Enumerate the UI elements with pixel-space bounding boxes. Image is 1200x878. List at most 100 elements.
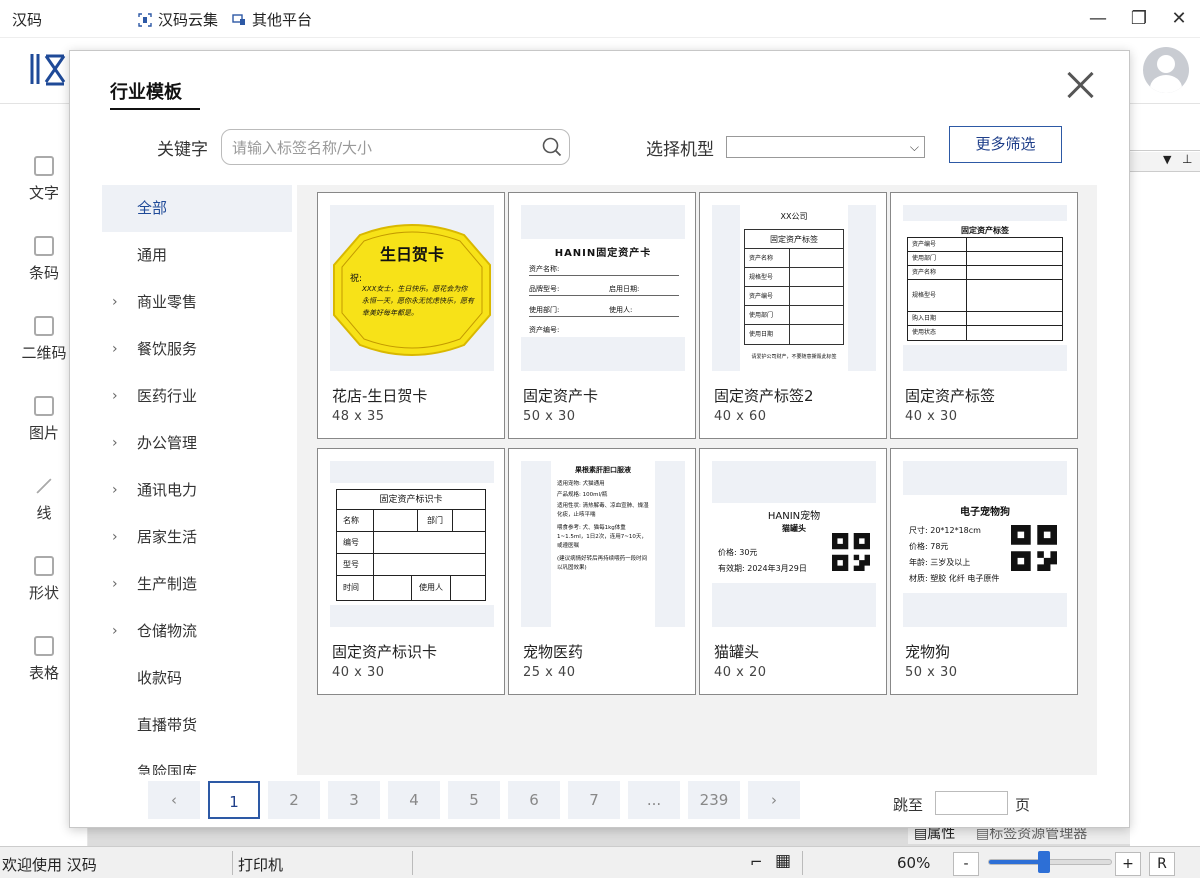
user-avatar[interactable] bbox=[1143, 47, 1189, 93]
cat-can-title: HANIN宠物 bbox=[767, 511, 821, 522]
category-item[interactable]: 全部 bbox=[102, 185, 292, 232]
chevron-right-icon[interactable]: › bbox=[112, 467, 118, 514]
dialog-title: 行业模板 bbox=[110, 78, 200, 110]
template-size: 40 x 60 bbox=[714, 409, 767, 424]
template-size: 50 x 30 bbox=[523, 409, 576, 424]
asset-card-row: 使用部门: bbox=[529, 306, 560, 314]
template-name: 花店-生日贺卡 bbox=[332, 387, 428, 405]
model-label: 选择机型 bbox=[646, 140, 714, 160]
template-card[interactable]: 电子宠物狗 尺寸: 20*12*18cm 价格: 78元 年龄: 三岁及以上 材… bbox=[890, 448, 1078, 695]
category-item[interactable]: 急险国库 bbox=[102, 749, 292, 775]
other-platform-link[interactable]: 其他平台 bbox=[232, 9, 312, 30]
minimize-icon[interactable]: — bbox=[1083, 8, 1113, 29]
chevron-right-icon[interactable]: › bbox=[112, 420, 118, 467]
category-label: 办公管理 bbox=[137, 434, 198, 452]
page-7[interactable]: 7 bbox=[568, 781, 620, 819]
zoom-in-button[interactable]: + bbox=[1115, 852, 1141, 876]
page-5[interactable]: 5 bbox=[448, 781, 500, 819]
category-item[interactable]: › 通讯电力 bbox=[102, 467, 292, 514]
template-card[interactable]: HANIN宠物 猫罐头 价格: 30元 有效期: 2024年3月29日 猫罐头 … bbox=[699, 448, 887, 695]
category-item[interactable]: 收款码 bbox=[102, 655, 292, 702]
ruler-icon[interactable]: ⌐ bbox=[750, 853, 763, 871]
template-card[interactable]: XX公司 固定资产标签 资产名称 规格型号 资产编号 使用部门 使用日期 请爱护… bbox=[699, 192, 887, 439]
pet-med-line: 适用宠物: 犬猫通用 bbox=[557, 481, 605, 487]
page-last[interactable]: 239 bbox=[688, 781, 740, 819]
chevron-right-icon[interactable]: › bbox=[112, 561, 118, 608]
category-item[interactable]: › 餐饮服务 bbox=[102, 326, 292, 373]
asset-card-title: HANIN固定资产卡 bbox=[554, 248, 652, 259]
page-ellipsis[interactable]: ... bbox=[628, 781, 680, 819]
dropdown-arrow-icon[interactable]: ▼ bbox=[1163, 153, 1171, 166]
page-2[interactable]: 2 bbox=[268, 781, 320, 819]
zoom-percent: 60% bbox=[897, 854, 931, 872]
next-page-icon[interactable]: › bbox=[748, 781, 800, 819]
asset3-row: 使用部门 bbox=[908, 252, 1062, 266]
page-1[interactable]: 1 bbox=[208, 781, 260, 819]
grid-icon[interactable]: ▦ bbox=[775, 851, 791, 871]
template-card[interactable]: 固定资产标签 资产编号 使用部门 资产名称 规格型号 购入日期 使用状态 固定资… bbox=[890, 192, 1078, 439]
chevron-right-icon[interactable]: › bbox=[112, 326, 118, 373]
keyword-label: 关键字 bbox=[157, 140, 208, 160]
category-item[interactable]: › 商业零售 bbox=[102, 279, 292, 326]
template-size: 40 x 30 bbox=[905, 409, 958, 424]
more-filter-button[interactable]: 更多筛选 bbox=[949, 126, 1062, 163]
template-name: 宠物狗 bbox=[905, 643, 951, 661]
category-label: 急险国库 bbox=[137, 763, 198, 775]
search-icon[interactable] bbox=[542, 137, 562, 157]
status-bar: 欢迎使用 汉码 打印机 ⌐ ▦ 60% - + R bbox=[0, 846, 1200, 878]
divider bbox=[373, 510, 374, 600]
qrcode-icon bbox=[1011, 525, 1057, 571]
zoom-out-button[interactable]: - bbox=[953, 852, 979, 876]
model-select[interactable]: ⌵ bbox=[726, 136, 925, 158]
asset3-row: 使用状态 bbox=[912, 329, 937, 336]
template-card[interactable]: 果根素肝胆口服液 适用宠物: 犬猫通用 产品规格: 100ml/瓶 适用性状: … bbox=[508, 448, 696, 695]
zoom-slider[interactable] bbox=[988, 851, 1112, 873]
pet-med-title: 果根素肝胆口服液 bbox=[575, 466, 631, 474]
chevron-right-icon[interactable]: › bbox=[112, 608, 118, 655]
template-thumbnail: 生日贺卡 祝: XXX女士，生日快乐。愿花会为你永恒一天，愿你永无忧虑快乐，愿有… bbox=[330, 205, 494, 371]
jump-page-input[interactable] bbox=[935, 791, 1008, 815]
zoom-reset-button[interactable]: R bbox=[1149, 852, 1175, 876]
image-icon bbox=[34, 396, 54, 416]
close-window-icon[interactable]: ✕ bbox=[1164, 8, 1194, 29]
category-item[interactable]: › 办公管理 bbox=[102, 420, 292, 467]
template-thumbnail: 果根素肝胆口服液 适用宠物: 犬猫通用 产品规格: 100ml/瓶 适用性状: … bbox=[521, 461, 685, 627]
chevron-right-icon[interactable]: › bbox=[112, 373, 118, 420]
asset-card-preview: HANIN固定资产卡 资产名称: 品牌型号: 启用日期: 使用部门: 使用人: … bbox=[521, 239, 685, 337]
asset3-row: 购入日期 bbox=[908, 312, 1062, 326]
category-item[interactable]: 直播带货 bbox=[102, 702, 292, 749]
maximize-icon[interactable]: ❐ bbox=[1124, 8, 1154, 29]
chevron-right-icon[interactable]: › bbox=[112, 279, 118, 326]
search-input[interactable] bbox=[232, 137, 532, 159]
asset3-row: 资产名称 bbox=[908, 266, 1062, 280]
text-icon bbox=[34, 156, 54, 176]
hanma-cloud-link[interactable]: 汉码云集 bbox=[138, 9, 218, 30]
hanma-cloud-label: 汉码云集 bbox=[158, 11, 219, 29]
category-item[interactable]: › 医药行业 bbox=[102, 373, 292, 420]
asset2-row: 资产名称 bbox=[745, 249, 843, 268]
close-icon[interactable] bbox=[1066, 71, 1094, 99]
pin-icon[interactable]: ⊥ bbox=[1182, 152, 1192, 166]
category-item[interactable]: › 居家生活 bbox=[102, 514, 292, 561]
template-card[interactable]: HANIN固定资产卡 资产名称: 品牌型号: 启用日期: 使用部门: 使用人: … bbox=[508, 192, 696, 439]
category-item[interactable]: › 仓储物流 bbox=[102, 608, 292, 655]
cat-can-expiry: 有效期: 2024年3月29日 bbox=[718, 564, 807, 573]
page-6[interactable]: 6 bbox=[508, 781, 560, 819]
right-panel-header: ▼ ⊥ bbox=[1130, 152, 1200, 172]
status-separator bbox=[232, 851, 233, 875]
template-card[interactable]: 固定资产标识卡 名称 部门 编号 型号 时间 使用人 固定资产标识卡 40 x … bbox=[317, 448, 505, 695]
page-4[interactable]: 4 bbox=[388, 781, 440, 819]
prev-page-icon[interactable]: ‹ bbox=[148, 781, 200, 819]
template-name: 宠物医药 bbox=[523, 643, 584, 661]
chevron-right-icon[interactable]: › bbox=[112, 514, 118, 561]
dog-line: 尺寸: 20*12*18cm bbox=[909, 526, 981, 535]
category-label: 直播带货 bbox=[137, 716, 198, 734]
page-3[interactable]: 3 bbox=[328, 781, 380, 819]
pet-med-line: 产品规格: 100ml/瓶 bbox=[557, 492, 608, 498]
category-item[interactable]: 通用 bbox=[102, 232, 292, 279]
zoom-slider-thumb[interactable] bbox=[1037, 851, 1050, 873]
hanma-logo-icon bbox=[30, 54, 66, 86]
tool-image-label: 图片 bbox=[28, 424, 59, 442]
template-card[interactable]: 生日贺卡 祝: XXX女士，生日快乐。愿花会为你永恒一天，愿你永无忧虑快乐，愿有… bbox=[317, 192, 505, 439]
category-item[interactable]: › 生产制造 bbox=[102, 561, 292, 608]
